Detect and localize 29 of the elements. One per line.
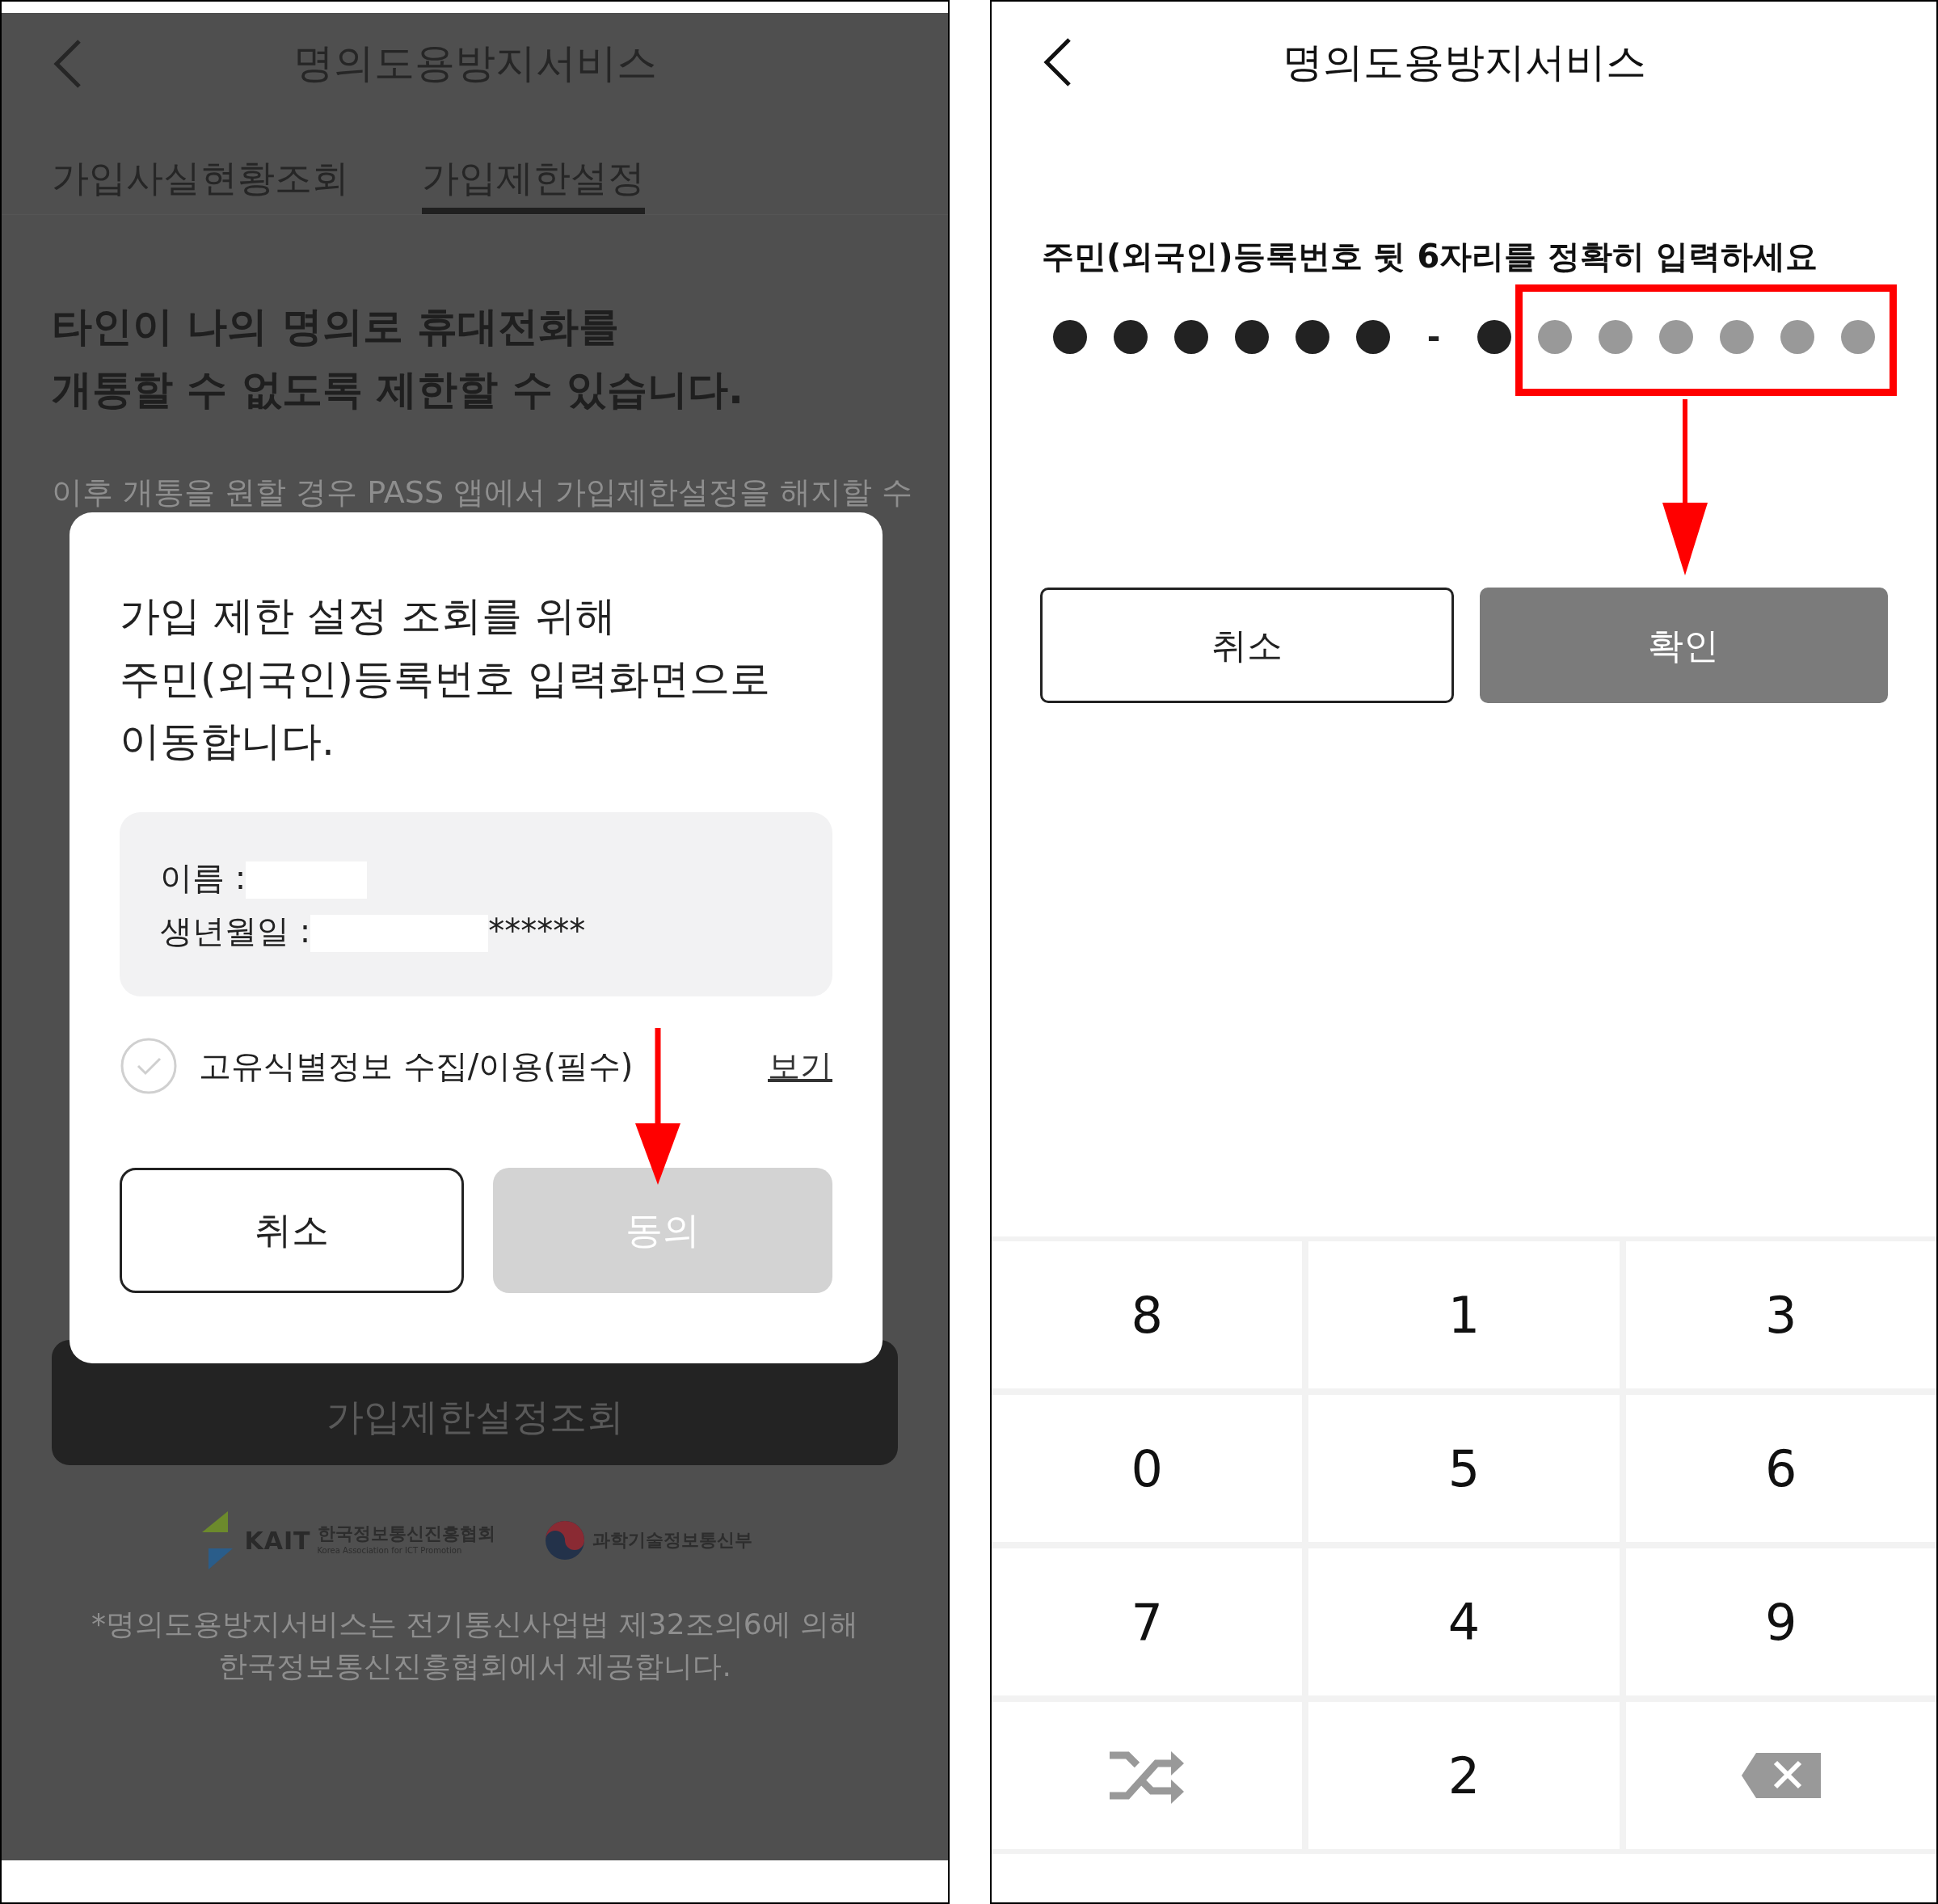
keypad-key[interactable]: 7 [992,1548,1303,1695]
consent-label: 고유식별정보 수집/이용(필수) [199,1046,634,1086]
description-text: 이후 개통을 원할 경우 PASS 앱에서 가입제한설정을 해지할 수 [51,474,914,512]
keypad-key[interactable]: 0 [992,1395,1303,1542]
screen-title: 명의도용방지서비스 [1282,37,1646,87]
info-label: 이름 : [160,858,246,896]
cancel-button[interactable]: 취소 [1040,588,1454,703]
cancel-button[interactable]: 취소 [120,1167,464,1293]
keypad-key[interactable]: 6 [1625,1395,1936,1542]
keypad-key[interactable]: 8 [992,1241,1303,1388]
checkbox[interactable] [120,1036,178,1095]
info-label: 생년월일 : [160,912,311,950]
backspace-icon [1741,1753,1821,1798]
shuffle-key[interactable] [992,1702,1303,1849]
keypad-key[interactable]: 1 [1308,1241,1620,1388]
backspace-key[interactable] [1625,1702,1936,1849]
confirm-button[interactable]: 확인 [1479,588,1888,703]
separator-text: - [1426,318,1442,357]
dialog-message: 가입 제한 설정 조회를 위해 주민(외국인)등록번호 입력화면으로 이동합니다. [120,592,771,766]
masked-text: ****** [488,912,586,950]
keypad-key[interactable]: 5 [1308,1395,1620,1542]
keypad-key[interactable]: 9 [1625,1548,1936,1695]
emblem-icon [543,1519,586,1561]
keypad-key[interactable]: 4 [1308,1548,1620,1695]
prompt-text: 주민(외국인)등록번호 뒷 6자리를 정확히 입력하세요 [1041,237,1819,276]
footnote-text: *명의도용방지서비스는 전기통신사업법 제32조의6에 의해 한국정보통신진흥협회에서 제공합니다. [90,1607,859,1685]
view-link[interactable]: 보기 [768,1041,832,1090]
keypad-key[interactable]: 3 [1625,1241,1936,1388]
keypad-key[interactable]: 2 [1308,1702,1620,1849]
